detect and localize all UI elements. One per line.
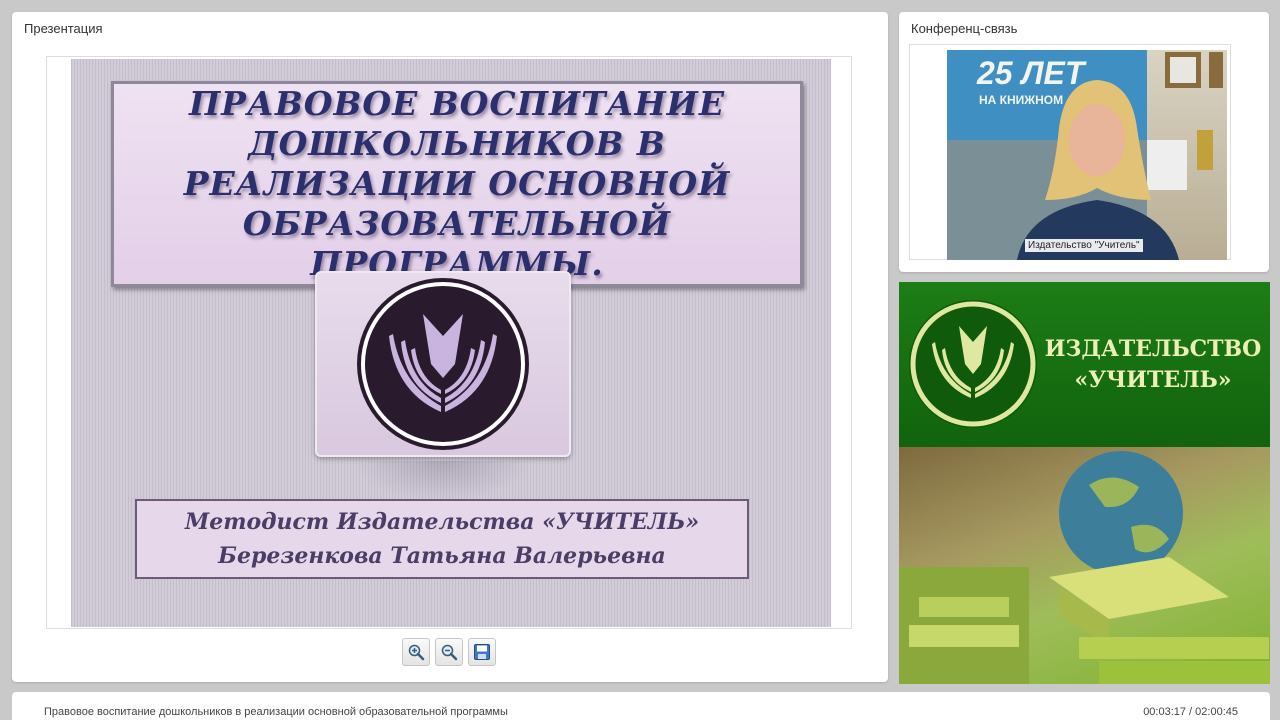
slide-author-box: Методист Издательства «УЧИТЕЛЬ» Березенк… xyxy=(135,499,749,579)
publisher-banner: ИЗДАТЕЛЬСТВО «УЧИТЕЛЬ» xyxy=(899,282,1270,684)
slide-logo-tile xyxy=(315,271,571,457)
publisher-logo-icon xyxy=(357,278,529,450)
poster-text-top: 25 ЛЕТ xyxy=(976,55,1087,91)
zoom-out-icon xyxy=(441,644,458,661)
banner-header: ИЗДАТЕЛЬСТВО «УЧИТЕЛЬ» xyxy=(899,282,1270,447)
footer-timecode: 00:03:17 / 02:00:45 xyxy=(1143,706,1238,718)
speaker-video[interactable]: 25 ЛЕТ НА КНИЖНОМ Издательство "Учитель" xyxy=(947,50,1227,260)
banner-title: ИЗДАТЕЛЬСТВО «УЧИТЕЛЬ» xyxy=(1039,334,1267,396)
speaker-video-image: 25 ЛЕТ НА КНИЖНОМ xyxy=(947,50,1227,260)
logo-reflection xyxy=(355,461,531,501)
slide-title: Правовое воспитание дошкольников в реали… xyxy=(183,84,731,283)
slide-author-name: Березенкова Татьяна Валерьевна xyxy=(218,543,666,569)
banner-title-line2: «УЧИТЕЛЬ» xyxy=(1074,367,1232,393)
video-frame: 25 ЛЕТ НА КНИЖНОМ Издательство "Учитель" xyxy=(909,44,1231,260)
slide-title-box: Правовое воспитание дошкольников в реали… xyxy=(111,81,803,287)
publisher-banner-logo-icon xyxy=(909,300,1037,428)
books-globe-illustration xyxy=(899,451,1270,684)
footer-bar: Правовое воспитание дошкольников в реали… xyxy=(12,692,1270,720)
poster-text-sub: НА КНИЖНОМ xyxy=(979,93,1063,107)
conference-panel: Конференц-связь 25 ЛЕТ НА КНИЖНОМ Издате… xyxy=(899,12,1269,272)
zoom-in-button[interactable] xyxy=(402,638,430,666)
banner-title-line1: ИЗДАТЕЛЬСТВО xyxy=(1044,336,1262,362)
presentation-panel-title: Презентация xyxy=(24,21,103,36)
zoom-out-button[interactable] xyxy=(435,638,463,666)
zoom-in-icon xyxy=(408,644,425,661)
slide-viewer[interactable]: Правовое воспитание дошкольников в реали… xyxy=(46,56,852,629)
banner-books-image xyxy=(899,447,1270,684)
slide: Правовое воспитание дошкольников в реали… xyxy=(71,59,831,627)
save-icon xyxy=(474,644,490,660)
presentation-toolbar xyxy=(402,638,496,666)
slide-author-role: Методист Издательства «УЧИТЕЛЬ» xyxy=(184,509,700,535)
video-caption: Издательство "Учитель" xyxy=(1025,239,1143,252)
footer-event-title: Правовое воспитание дошкольников в реали… xyxy=(44,706,508,718)
conference-panel-title: Конференц-связь xyxy=(911,21,1018,36)
presentation-panel: Презентация Правовое воспитание дошкольн… xyxy=(12,12,888,682)
save-button[interactable] xyxy=(468,638,496,666)
